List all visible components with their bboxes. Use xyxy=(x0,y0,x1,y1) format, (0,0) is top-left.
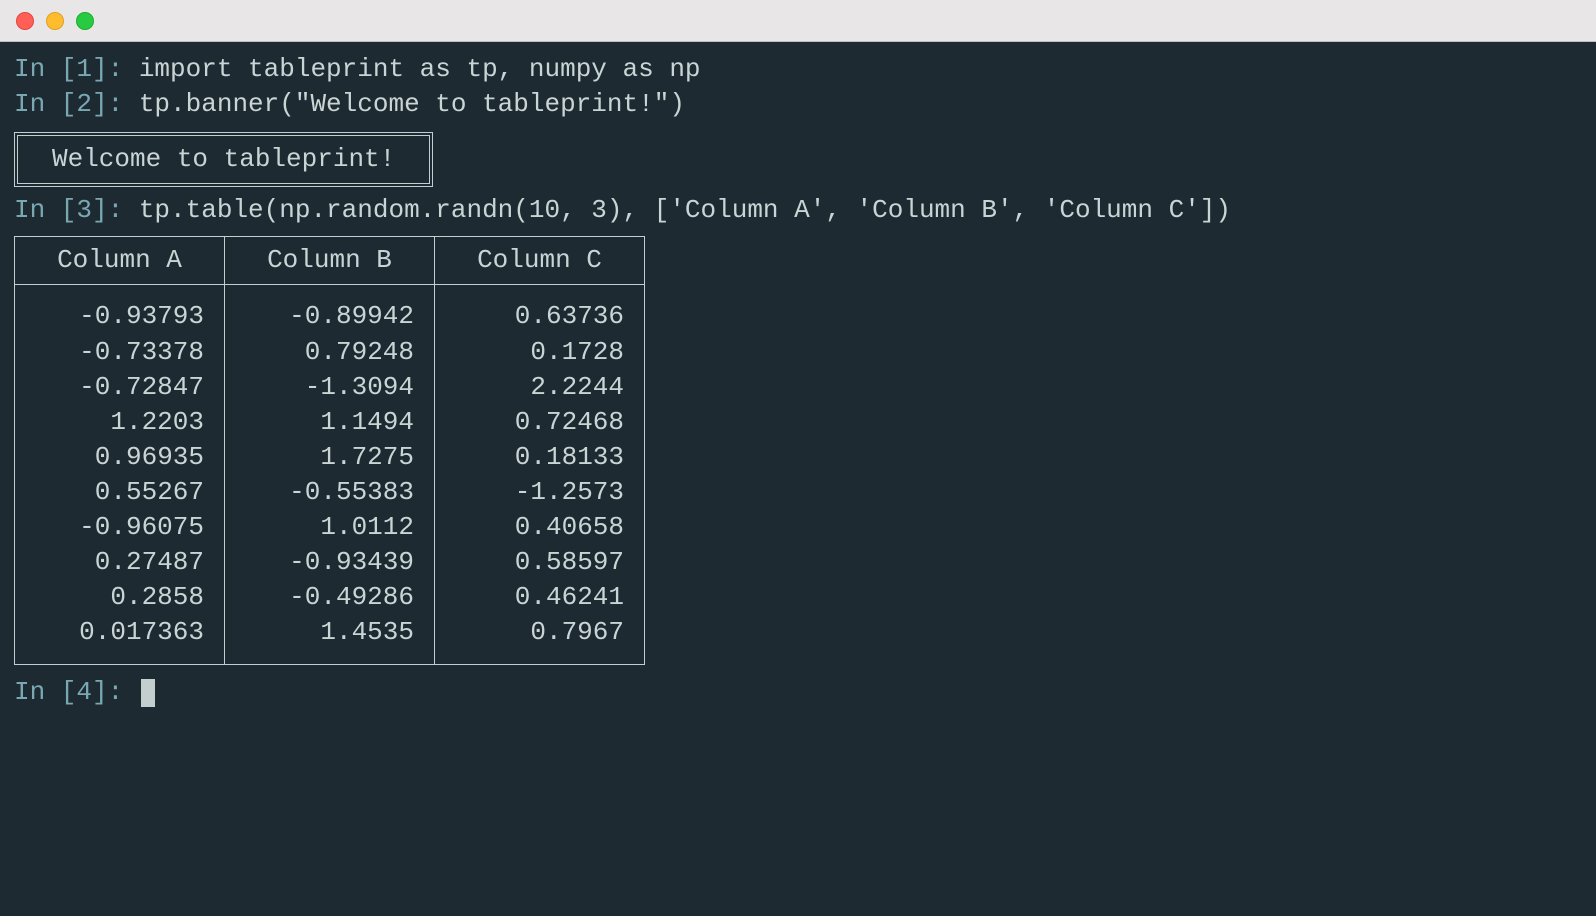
table-cell: 0.1728 xyxy=(435,335,645,370)
table-cell: 0.017363 xyxy=(15,615,225,665)
table-cell: -0.89942 xyxy=(225,285,435,335)
table-cell: -0.73378 xyxy=(15,335,225,370)
table-row: 0.969351.72750.18133 xyxy=(15,440,645,475)
table-cell: 1.7275 xyxy=(225,440,435,475)
table-row: 1.22031.14940.72468 xyxy=(15,405,645,440)
table-cell: 0.55267 xyxy=(15,475,225,510)
table-row: 0.27487-0.934390.58597 xyxy=(15,545,645,580)
output-table: Column A Column B Column C -0.93793-0.89… xyxy=(14,236,645,665)
table-row: -0.733780.792480.1728 xyxy=(15,335,645,370)
table-cell: -0.96075 xyxy=(15,510,225,545)
table-cell: 1.4535 xyxy=(225,615,435,665)
table-cell: -0.55383 xyxy=(225,475,435,510)
col-header-c: Column C xyxy=(435,237,645,285)
table-cell: -1.2573 xyxy=(435,475,645,510)
code-line-3: tp.table(np.random.randn(10, 3), ['Colum… xyxy=(139,195,1231,225)
table-body: -0.93793-0.899420.63736-0.733780.792480.… xyxy=(15,285,645,665)
table-row: -0.93793-0.899420.63736 xyxy=(15,285,645,335)
table-cell: 0.27487 xyxy=(15,545,225,580)
table-cell: 0.96935 xyxy=(15,440,225,475)
prompt-label-4: In [4]: xyxy=(14,677,139,707)
terminal-content[interactable]: In [1]: import tableprint as tp, numpy a… xyxy=(0,42,1596,731)
close-icon[interactable] xyxy=(16,12,34,30)
table-cell: 0.79248 xyxy=(225,335,435,370)
table-cell: -0.93439 xyxy=(225,545,435,580)
table-row: 0.2858-0.492860.46241 xyxy=(15,580,645,615)
table-cell: 0.72468 xyxy=(435,405,645,440)
prompt-label-2: In [2]: xyxy=(14,89,139,119)
table-cell: 1.1494 xyxy=(225,405,435,440)
table-cell: 0.7967 xyxy=(435,615,645,665)
table-cell: -0.49286 xyxy=(225,580,435,615)
table-cell: 0.46241 xyxy=(435,580,645,615)
prompt-line-3: In [3]: tp.table(np.random.randn(10, 3),… xyxy=(14,193,1582,228)
maximize-icon[interactable] xyxy=(76,12,94,30)
table-cell: 0.58597 xyxy=(435,545,645,580)
table-cell: 1.2203 xyxy=(15,405,225,440)
table-cell: -1.3094 xyxy=(225,370,435,405)
banner-text: Welcome to tableprint! xyxy=(22,140,425,179)
prompt-line-2: In [2]: tp.banner("Welcome to tableprint… xyxy=(14,87,1582,122)
col-header-a: Column A xyxy=(15,237,225,285)
code-line-1: import tableprint as tp, numpy as np xyxy=(139,54,701,84)
prompt-label-3: In [3]: xyxy=(14,195,139,225)
table-cell: 0.40658 xyxy=(435,510,645,545)
table-cell: -0.72847 xyxy=(15,370,225,405)
table-row: -0.960751.01120.40658 xyxy=(15,510,645,545)
table-row: -0.72847-1.30942.2244 xyxy=(15,370,645,405)
code-line-2: tp.banner("Welcome to tableprint!") xyxy=(139,89,685,119)
col-header-b: Column B xyxy=(225,237,435,285)
prompt-label-1: In [1]: xyxy=(14,54,139,84)
banner-output: Welcome to tableprint! xyxy=(14,132,433,187)
table-cell: 0.63736 xyxy=(435,285,645,335)
window-title-bar xyxy=(0,0,1596,42)
table-cell: 0.2858 xyxy=(15,580,225,615)
table-cell: 1.0112 xyxy=(225,510,435,545)
table-cell: 0.18133 xyxy=(435,440,645,475)
prompt-line-1: In [1]: import tableprint as tp, numpy a… xyxy=(14,52,1582,87)
prompt-line-4: In [4]: xyxy=(14,675,1582,710)
table-row: 0.0173631.45350.7967 xyxy=(15,615,645,665)
table-row: 0.55267-0.55383-1.2573 xyxy=(15,475,645,510)
cursor-icon xyxy=(141,679,155,707)
minimize-icon[interactable] xyxy=(46,12,64,30)
table-header-row: Column A Column B Column C xyxy=(15,237,645,285)
table-cell: 2.2244 xyxy=(435,370,645,405)
table-cell: -0.93793 xyxy=(15,285,225,335)
